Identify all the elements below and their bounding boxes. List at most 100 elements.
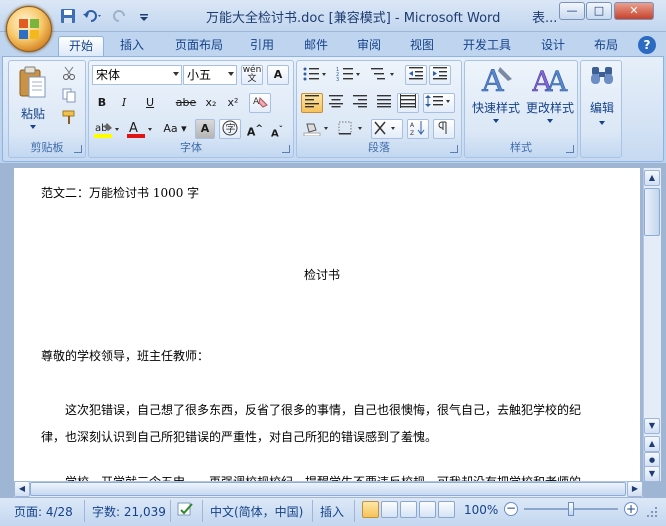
draft-view-icon[interactable] xyxy=(438,501,455,518)
tab-view[interactable]: 视图 xyxy=(400,36,444,56)
office-button[interactable] xyxy=(6,6,52,52)
change-styles-button[interactable]: A A 更改样式 xyxy=(523,63,577,133)
justify-icon[interactable] xyxy=(373,93,395,113)
chinese-layout-icon[interactable] xyxy=(371,119,403,139)
tab-review[interactable]: 审阅 xyxy=(347,36,391,56)
tab-home[interactable]: 开始 xyxy=(58,36,104,56)
horizontal-scroll-thumb[interactable] xyxy=(30,482,626,496)
zoom-level[interactable]: 100% xyxy=(464,503,498,517)
line-spacing-icon[interactable] xyxy=(423,93,455,113)
customize-toolbar-icon[interactable] xyxy=(138,8,150,24)
align-left-icon[interactable] xyxy=(301,93,323,113)
language-status[interactable]: 中文(简体，中国) xyxy=(210,503,303,520)
minimize-button[interactable]: — xyxy=(559,2,585,20)
distributed-icon[interactable] xyxy=(397,93,419,113)
window-title-extra: 表... xyxy=(532,11,558,26)
editing-group[interactable]: 编辑 xyxy=(580,60,622,158)
tab-mailings[interactable]: 邮件 xyxy=(294,36,338,56)
tab-developer[interactable]: 开发工具 xyxy=(456,36,518,56)
print-layout-view-icon[interactable] xyxy=(362,501,379,518)
underline-button[interactable]: U xyxy=(136,93,164,113)
char-border-button[interactable]: A xyxy=(267,65,289,85)
strikethrough-button[interactable]: abe xyxy=(173,93,199,113)
italic-button[interactable]: I xyxy=(114,93,134,113)
zoom-out-icon[interactable]: − xyxy=(504,502,518,516)
font-size-combo[interactable]: 小五 xyxy=(183,65,237,85)
doc-heading: 检讨书 xyxy=(304,268,341,282)
clipboard-dialog-launcher-icon[interactable] xyxy=(74,145,82,153)
align-center-icon[interactable] xyxy=(325,93,347,113)
char-shading-button[interactable]: A xyxy=(195,119,215,139)
tab-layout[interactable]: 布局 xyxy=(584,36,628,56)
bullets-icon[interactable] xyxy=(301,65,331,85)
change-styles-label: 更改样式 xyxy=(525,101,574,115)
font-dialog-launcher-icon[interactable] xyxy=(282,145,290,153)
scroll-right-icon[interactable]: ▶ xyxy=(627,481,643,497)
save-icon[interactable] xyxy=(60,8,78,24)
font-color-button[interactable]: A xyxy=(125,119,155,139)
quick-styles-label: 快速样式 xyxy=(471,101,520,115)
tab-insert[interactable]: 插入 xyxy=(110,36,154,56)
numbering-icon[interactable]: 123 xyxy=(335,65,365,85)
grow-font-button[interactable]: A^ xyxy=(245,119,265,139)
format-painter-icon[interactable] xyxy=(61,109,79,127)
shrink-font-button[interactable]: Aˇ xyxy=(267,119,287,139)
multilevel-list-icon[interactable] xyxy=(369,65,399,85)
proofing-icon[interactable] xyxy=(176,501,196,519)
maximize-button[interactable]: □ xyxy=(586,2,612,20)
close-button[interactable]: ✕ xyxy=(614,2,654,20)
paste-button[interactable]: 粘贴 xyxy=(15,65,51,133)
paragraph-group-label: 段落 xyxy=(368,141,390,154)
status-separator xyxy=(354,500,355,522)
document-page[interactable]: 范文二：万能检讨书 1000 字 检讨书 尊敬的学校领导，班主任教师： 这次犯错… xyxy=(14,168,640,498)
scroll-left-icon[interactable]: ◀ xyxy=(14,481,30,497)
copy-icon[interactable] xyxy=(61,87,79,105)
shading-icon[interactable] xyxy=(301,119,333,139)
zoom-in-icon[interactable]: + xyxy=(624,502,638,516)
redo-icon[interactable] xyxy=(112,8,130,24)
subscript-button[interactable]: x₂ xyxy=(201,93,221,113)
tab-page-layout[interactable]: 页面布局 xyxy=(168,36,230,56)
outline-view-icon[interactable] xyxy=(419,501,436,518)
change-case-button[interactable]: Aa ▾ xyxy=(159,119,191,139)
insert-mode-status[interactable]: 插入 xyxy=(320,503,344,520)
full-screen-reading-view-icon[interactable] xyxy=(381,501,398,518)
previous-page-icon[interactable]: ▲ xyxy=(644,436,660,452)
bold-button[interactable]: B xyxy=(92,93,112,113)
doc-line: 这次犯错误，自己想了很多东西，反省了很多的事情，自己也很懊悔，很气自己，去触犯学… xyxy=(65,403,582,417)
web-layout-view-icon[interactable] xyxy=(400,501,417,518)
increase-indent-icon[interactable] xyxy=(429,65,451,85)
cut-icon[interactable] xyxy=(61,65,79,83)
tab-design[interactable]: 设计 xyxy=(531,36,575,56)
quick-styles-button[interactable]: A 快速样式 xyxy=(469,63,523,133)
borders-icon[interactable] xyxy=(335,119,367,139)
status-separator xyxy=(202,500,203,522)
svg-text:A: A xyxy=(410,122,415,129)
tab-references[interactable]: 引用 xyxy=(240,36,284,56)
help-icon[interactable]: ? xyxy=(638,36,656,54)
font-name-combo[interactable]: 宋体 xyxy=(92,65,182,85)
highlight-color-button[interactable]: ab xyxy=(92,119,122,139)
scroll-down-icon[interactable]: ▼ xyxy=(644,418,660,434)
resize-grip-icon[interactable] xyxy=(646,506,658,518)
styles-dialog-launcher-icon[interactable] xyxy=(566,145,574,153)
superscript-button[interactable]: x² xyxy=(223,93,243,113)
word-count[interactable]: 字数: 21,039 xyxy=(92,503,166,520)
clear-formatting-icon[interactable]: A xyxy=(249,93,271,113)
doc-line: 范文二：万能检讨书 1000 字 xyxy=(41,186,200,200)
next-page-icon[interactable]: ▼ xyxy=(644,466,660,482)
align-right-icon[interactable] xyxy=(349,93,371,113)
status-separator xyxy=(170,500,171,522)
change-styles-icon: A A xyxy=(532,65,568,97)
undo-icon[interactable] xyxy=(82,8,104,24)
show-marks-icon[interactable] xyxy=(433,119,455,139)
vertical-scroll-thumb[interactable] xyxy=(644,188,660,236)
phonetic-guide-button[interactable]: wén 文 xyxy=(241,65,263,85)
enclose-char-button[interactable]: 字 xyxy=(219,119,241,139)
scroll-up-icon[interactable]: ▲ xyxy=(644,170,660,186)
page-count[interactable]: 页面: 4/28 xyxy=(14,503,73,520)
decrease-indent-icon[interactable] xyxy=(405,65,427,85)
sort-icon[interactable]: AZ xyxy=(407,119,429,139)
paragraph-dialog-launcher-icon[interactable] xyxy=(450,145,458,153)
zoom-slider-thumb[interactable] xyxy=(568,502,574,516)
